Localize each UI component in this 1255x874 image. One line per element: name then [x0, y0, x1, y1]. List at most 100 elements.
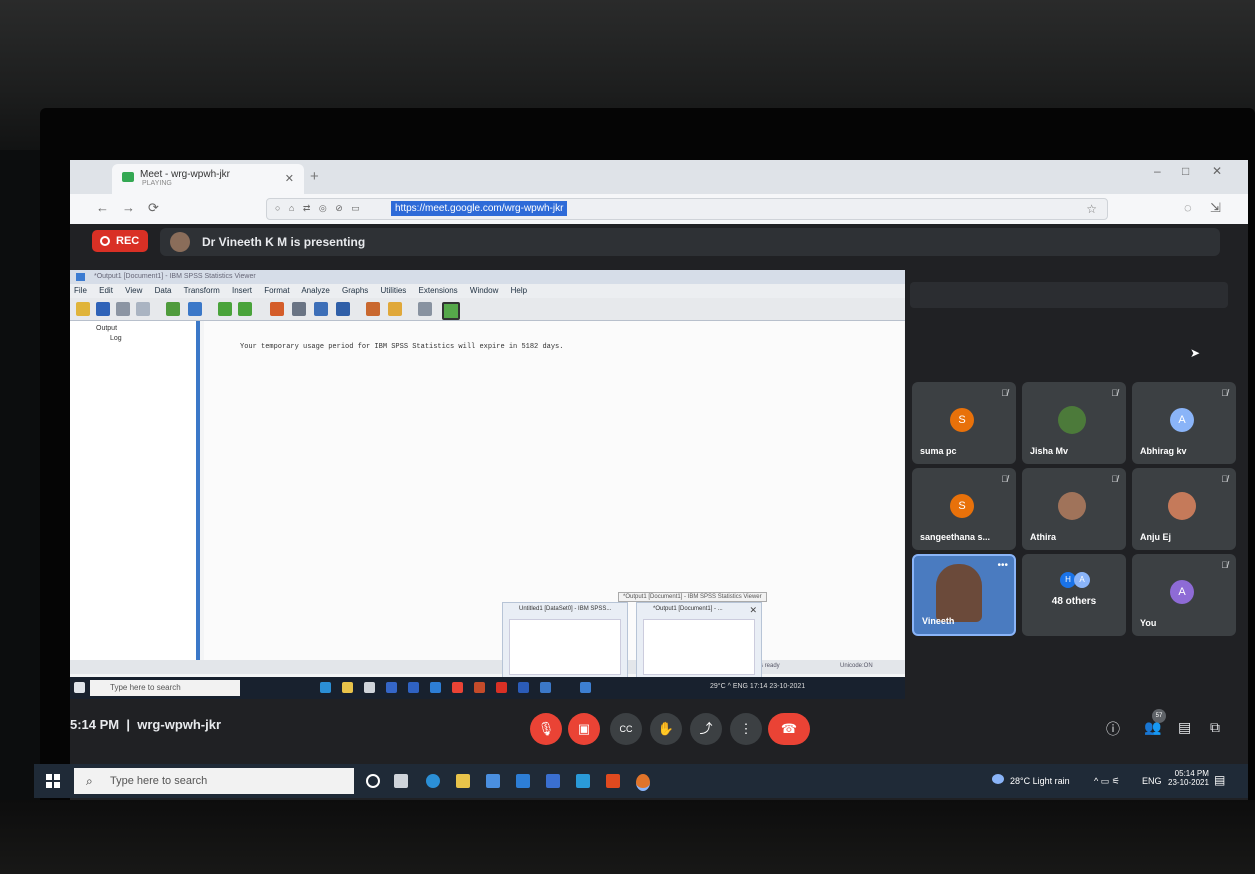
camera-off-button[interactable]: ▣ [568, 713, 600, 745]
info-icon[interactable]: ⓘ [1106, 719, 1120, 739]
mouse-pointer-icon: ➤ [1190, 346, 1201, 360]
tile-athira[interactable]: 🎙̸ Athira [1022, 468, 1126, 550]
outline-node-log[interactable]: Log [110, 335, 122, 342]
goto-case-icon[interactable] [270, 302, 284, 316]
activities-icon[interactable]: ⧉ [1210, 719, 1220, 736]
taskbar-search-box[interactable]: ⌕ Type here to search [74, 768, 354, 794]
muted-mic-icon: 🎙̸ [1221, 388, 1228, 398]
notification-icon[interactable]: ▤ [1214, 773, 1225, 787]
close-preview-icon[interactable]: ✕ [749, 605, 757, 616]
people-icon[interactable]: 👥 [1144, 719, 1161, 736]
menu-utilities[interactable]: Utilities [381, 286, 407, 295]
explorer-icon [342, 682, 353, 693]
leave-call-button[interactable]: ☎ [768, 713, 810, 745]
extensions-icon[interactable]: ⇲ [1210, 200, 1221, 216]
tray-icons[interactable]: ^ ▭ ⚟ [1094, 776, 1120, 787]
taskbar-preview-output[interactable]: *Output1 [Document1] - ... ✕ [636, 602, 762, 682]
tile-suma-pc[interactable]: 🎙̸ S suma pc [912, 382, 1016, 464]
language-indicator[interactable]: ENG [1142, 776, 1162, 786]
address-bar[interactable]: ○ ⌂ ⇄ ◎ ⊘ ▭ https://meet.google.com/wrg-… [266, 198, 1108, 220]
store-icon[interactable] [486, 774, 500, 788]
menu-analyze[interactable]: Analyze [301, 286, 329, 295]
close-window-icon[interactable]: ✕ [1212, 164, 1222, 178]
forward-icon[interactable]: → [122, 200, 135, 215]
task-view-icon[interactable] [394, 774, 408, 788]
variables-icon[interactable] [314, 302, 328, 316]
back-icon[interactable]: ← [96, 200, 109, 215]
menu-data[interactable]: Data [155, 286, 172, 295]
goto-variable-icon[interactable] [292, 302, 306, 316]
close-tab-icon[interactable]: ✕ [285, 172, 294, 185]
open-icon[interactable] [76, 302, 90, 316]
menu-insert[interactable]: Insert [232, 286, 252, 295]
raise-hand-button[interactable]: ✋ [650, 713, 682, 745]
menu-extensions[interactable]: Extensions [419, 286, 458, 295]
print-icon[interactable] [116, 302, 130, 316]
tile-abhirag-kv[interactable]: 🎙̸ A Abhirag kv [1132, 382, 1236, 464]
tile-others[interactable]: H A 48 others [1022, 554, 1126, 636]
taskbar-preview-dataset[interactable]: Untitled1 [DataSet0] - IBM SPSS... [502, 602, 628, 682]
menu-edit[interactable]: Edit [99, 286, 113, 295]
menu-format[interactable]: Format [264, 286, 289, 295]
reload-icon[interactable]: ⟳ [148, 200, 159, 216]
promote-icon[interactable] [442, 302, 460, 320]
avatar [1058, 492, 1086, 520]
tile-jisha-mv[interactable]: 🎙̸ Jisha Mv [1022, 382, 1126, 464]
undo-icon[interactable] [218, 302, 232, 316]
powerpoint-icon [474, 682, 485, 693]
office-icon[interactable] [606, 774, 620, 788]
mail-icon [430, 682, 441, 693]
taskbar-date: 23-10-2021 [1168, 778, 1209, 787]
new-tab-icon[interactable]: + [310, 168, 319, 185]
hide-icon[interactable] [418, 302, 432, 316]
photos-icon[interactable] [546, 774, 560, 788]
file-explorer-icon[interactable] [456, 774, 470, 788]
recall-dialog-icon[interactable] [188, 302, 202, 316]
tile-sangeethana[interactable]: 🎙̸ S sangeethana s... [912, 468, 1016, 550]
cortana-icon[interactable] [366, 774, 380, 788]
tile-anju-ej[interactable]: 🎙̸ Anju Ej [1132, 468, 1236, 550]
avatar [1058, 406, 1086, 434]
tile-vineeth-video[interactable]: ••• Vineeth [912, 554, 1016, 636]
minimize-icon[interactable]: – [1154, 164, 1161, 178]
pocket-icon[interactable]: ◌ [1184, 200, 1192, 215]
shared-start-icon [74, 682, 85, 693]
start-button[interactable] [34, 764, 72, 798]
app-icon[interactable] [576, 774, 590, 788]
captions-button[interactable]: CC [610, 713, 642, 745]
export-icon[interactable] [166, 302, 180, 316]
firefox-icon[interactable] [636, 774, 650, 791]
bookmark-star-icon[interactable]: ☆ [1086, 202, 1097, 216]
show-all-icon[interactable] [366, 302, 380, 316]
menu-view[interactable]: View [125, 286, 142, 295]
spss-toolbar [70, 298, 905, 321]
save-icon[interactable] [96, 302, 110, 316]
taskbar-clock[interactable]: 05:14 PM 23-10-2021 [1168, 769, 1209, 787]
more-options-icon[interactable]: ••• [997, 560, 1008, 571]
tile-you[interactable]: 🎙̸ A You [1132, 554, 1236, 636]
browser-nav-bar: ← → ⟳ ○ ⌂ ⇄ ◎ ⊘ ▭ https://meet.google.co… [70, 194, 1248, 225]
insert-output-icon[interactable] [388, 302, 402, 316]
menu-file[interactable]: File [74, 286, 87, 295]
chat-icon[interactable]: ▤ [1178, 719, 1191, 736]
edge-icon[interactable] [426, 774, 440, 788]
outline-node-output[interactable]: Output [96, 325, 117, 332]
designate-window-icon[interactable] [336, 302, 350, 316]
menu-transform[interactable]: Transform [184, 286, 220, 295]
mail-icon[interactable] [516, 774, 530, 788]
mic-off-button[interactable]: 🎙 [530, 713, 562, 745]
edge-icon [320, 682, 331, 693]
present-button[interactable]: ⤴ [690, 713, 722, 745]
weather-text[interactable]: 28°C Light rain [1010, 776, 1070, 786]
menu-help[interactable]: Help [511, 286, 527, 295]
meet-top-bar: REC Dr Vineeth K M is presenting [70, 224, 1248, 260]
menu-window[interactable]: Window [470, 286, 498, 295]
browser-tab[interactable]: Meet - wrg-wpwh-jkr PLAYING ✕ [112, 164, 304, 194]
redo-icon[interactable] [238, 302, 252, 316]
menu-graphs[interactable]: Graphs [342, 286, 368, 295]
tab-subtitle: PLAYING [142, 180, 172, 187]
print-preview-icon[interactable] [136, 302, 150, 316]
maximize-icon[interactable]: □ [1182, 164, 1189, 178]
more-options-button[interactable]: ⋮ [730, 713, 762, 745]
participant-name: suma pc [920, 446, 957, 456]
